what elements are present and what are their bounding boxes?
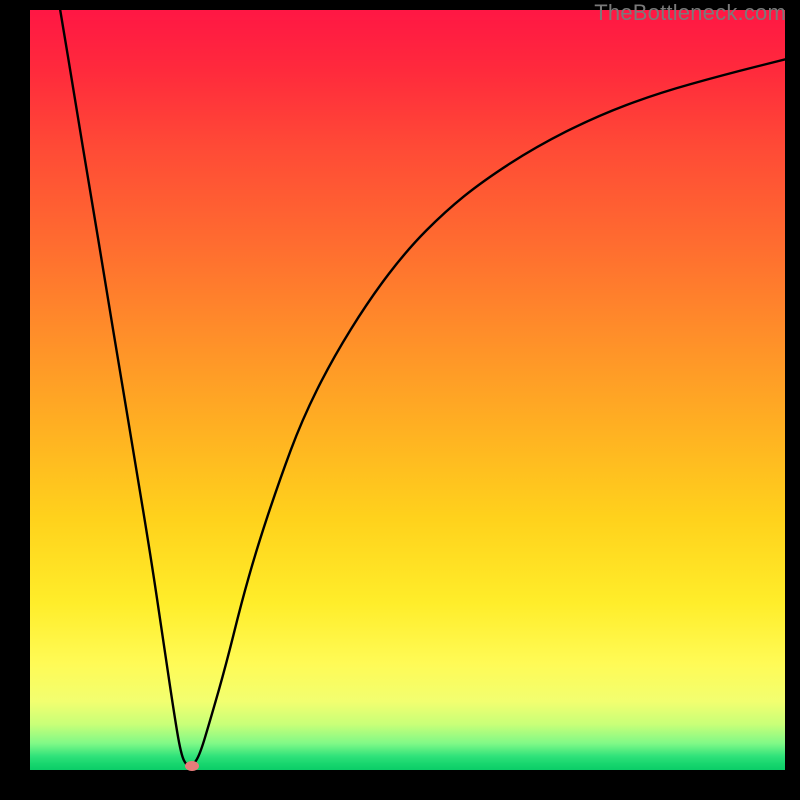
chart-stage: TheBottleneck.com <box>0 0 800 800</box>
plot-area <box>30 10 785 770</box>
watermark-label: TheBottleneck.com <box>594 0 786 26</box>
bottleneck-curve <box>30 10 785 770</box>
